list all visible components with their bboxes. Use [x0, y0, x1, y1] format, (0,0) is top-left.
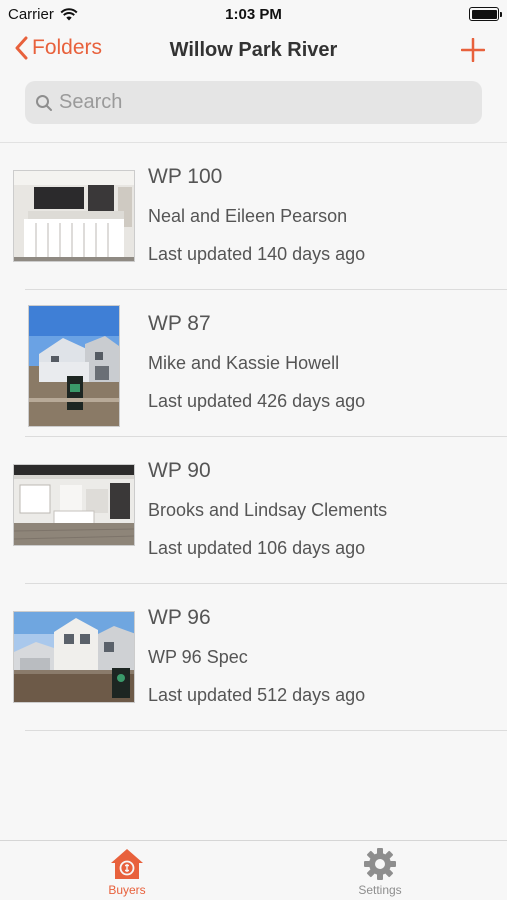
search-input[interactable]: [59, 91, 459, 114]
list-item[interactable]: WP 87 Mike and Kassie Howell Last update…: [0, 290, 507, 437]
back-button-label: Folders: [32, 36, 103, 59]
item-subtitle: Mike and Kassie Howell: [148, 353, 340, 373]
folder-list: WP 100 Neal and Eileen Pearson Last upda…: [0, 143, 507, 731]
list-item[interactable]: WP 96 WP 96 Spec Last updated 512 days a…: [0, 584, 507, 731]
search-icon: [36, 94, 52, 111]
search-bar[interactable]: [25, 81, 482, 124]
tab-settings[interactable]: Settings: [320, 847, 440, 897]
add-button[interactable]: [460, 37, 486, 67]
item-title: WP 100: [148, 165, 223, 188]
item-updated: Last updated 140 days ago: [148, 244, 366, 264]
house-photo: [13, 464, 135, 546]
item-updated: Last updated 426 days ago: [148, 391, 366, 411]
house-photo: [28, 305, 120, 427]
house-icon: [111, 849, 143, 879]
tab-label: Settings: [358, 883, 402, 897]
status-bar: Carrier 1:03 PM: [0, 0, 507, 28]
item-updated: Last updated 512 days ago: [148, 685, 366, 705]
tab-buyers[interactable]: Buyers: [67, 847, 187, 897]
chevron-left-icon: [15, 36, 28, 60]
gear-icon: [364, 848, 396, 880]
list-item[interactable]: WP 100 Neal and Eileen Pearson Last upda…: [0, 143, 507, 290]
item-subtitle: WP 96 Spec: [148, 647, 248, 667]
item-title: WP 90: [148, 459, 211, 482]
item-subtitle: Neal and Eileen Pearson: [148, 206, 348, 226]
navigation-bar: Folders Willow Park River: [0, 28, 507, 76]
plus-icon: [460, 37, 486, 63]
back-button[interactable]: Folders: [14, 36, 102, 60]
tab-bar: Buyers Settings: [0, 840, 507, 900]
house-photo: [13, 611, 135, 703]
wifi-icon: [60, 7, 78, 20]
battery-icon: [469, 7, 502, 21]
list-item[interactable]: WP 90 Brooks and Lindsay Clements Last u…: [0, 437, 507, 584]
house-photo: [13, 170, 135, 262]
item-title: WP 96: [148, 606, 211, 629]
item-updated: Last updated 106 days ago: [148, 538, 366, 558]
row-divider: [25, 730, 507, 731]
item-subtitle: Brooks and Lindsay Clements: [148, 500, 388, 520]
carrier-label: Carrier: [8, 5, 54, 23]
item-title: WP 87: [148, 312, 211, 335]
tab-label: Buyers: [108, 883, 146, 897]
